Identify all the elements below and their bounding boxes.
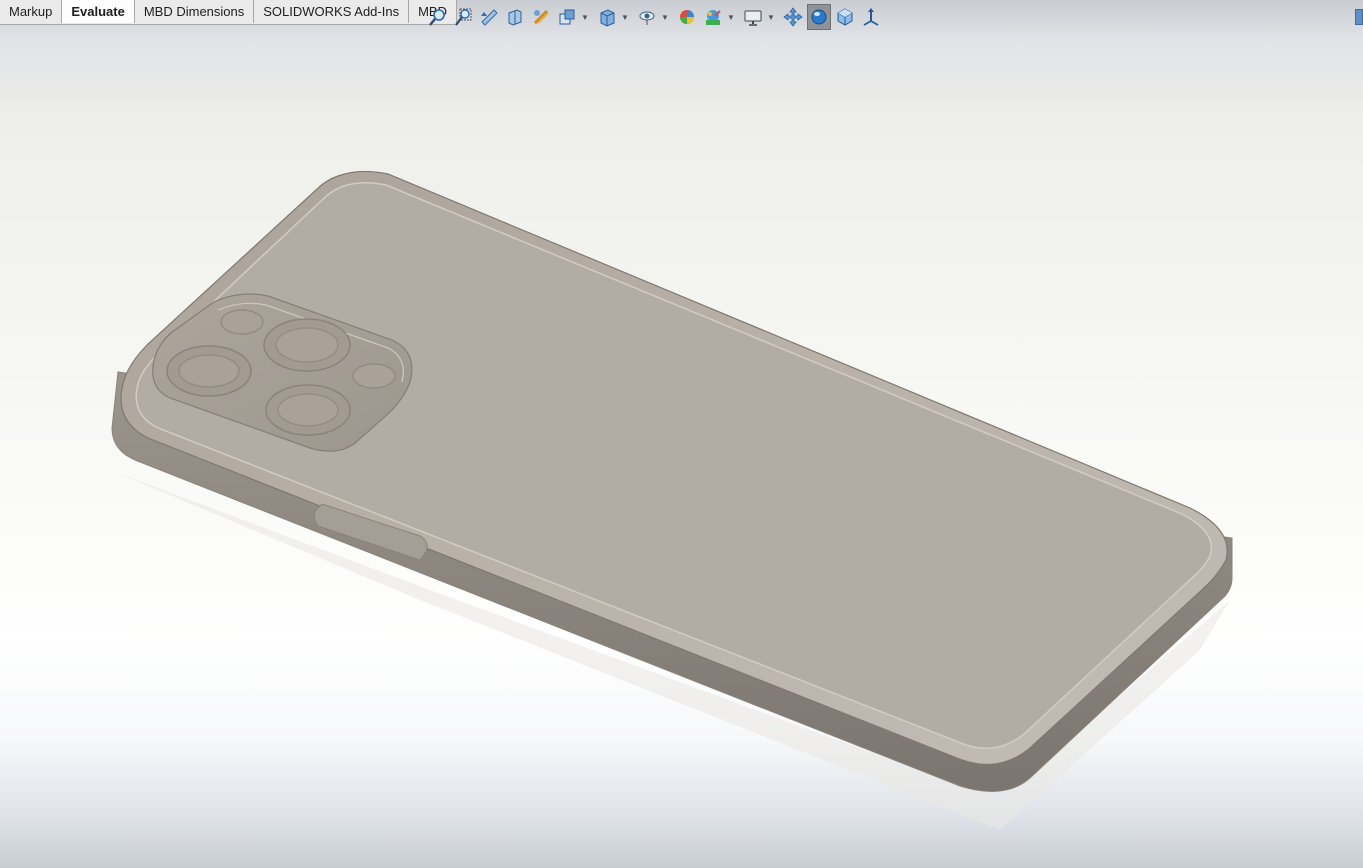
lens-top: [263, 318, 351, 372]
hide-show-items-button[interactable]: [635, 4, 659, 30]
graphics-area[interactable]: [0, 0, 1363, 868]
apply-scene-button[interactable]: [701, 4, 725, 30]
pan-button[interactable]: [781, 4, 805, 30]
panel-toggle-handle[interactable]: [1355, 9, 1363, 25]
dynamic-annotation-views-button[interactable]: [529, 4, 553, 30]
realview-graphics-button[interactable]: [807, 4, 831, 30]
dynamic-annotation-views-icon: [533, 9, 549, 25]
view-settings-icon: [744, 10, 762, 26]
section-view-icon: [508, 9, 522, 26]
realview-graphics-icon: [811, 9, 827, 25]
tab-markup[interactable]: Markup: [0, 0, 63, 23]
lidar-sensor: [352, 363, 396, 389]
chevron-down-icon[interactable]: ▼: [661, 4, 669, 30]
chevron-down-icon[interactable]: ▼: [621, 4, 629, 30]
chevron-down-icon[interactable]: ▼: [581, 4, 589, 30]
display-style-button[interactable]: [595, 4, 619, 30]
tab-label: SOLIDWORKS Add-Ins: [263, 4, 400, 19]
tab-solidworks-add-ins[interactable]: SOLIDWORKS Add-Ins: [254, 0, 410, 23]
lens-left: [166, 345, 252, 397]
view-orientation-button[interactable]: [555, 4, 579, 30]
triad-button[interactable]: [859, 4, 883, 30]
command-manager-tabs: Markup Evaluate MBD Dimensions SOLIDWORK…: [0, 0, 457, 25]
phone-model[interactable]: [0, 0, 1363, 868]
edit-appearance-button[interactable]: [675, 4, 699, 30]
tab-label: Markup: [9, 4, 53, 19]
view-orientation-icon: [559, 9, 575, 25]
apply-scene-icon: [706, 10, 721, 25]
pan-icon: [783, 7, 803, 27]
chevron-down-icon[interactable]: ▼: [727, 4, 735, 30]
flash: [220, 309, 264, 335]
heads-up-view-toolbar: ▼ ▼ ▼ ▼ ▼: [425, 3, 885, 31]
section-view-button[interactable]: [503, 4, 527, 30]
zoom-to-area-icon: [455, 8, 472, 26]
zoom-to-fit-button[interactable]: [425, 4, 449, 30]
triad-icon: [863, 8, 879, 26]
hide-show-items-icon: [639, 11, 655, 25]
isometric-view-button[interactable]: [833, 4, 857, 30]
edit-appearance-icon: [680, 10, 694, 24]
display-style-icon: [600, 9, 615, 27]
isometric-view-icon: [837, 8, 853, 26]
previous-view-icon: [481, 9, 498, 26]
tab-label: MBD Dimensions: [143, 4, 245, 19]
tab-label: Evaluate: [71, 4, 125, 19]
tab-evaluate[interactable]: Evaluate: [62, 0, 135, 23]
zoom-to-area-button[interactable]: [451, 4, 475, 30]
zoom-to-fit-icon: [429, 9, 445, 26]
lens-bottom: [265, 384, 351, 436]
tab-mbd-dimensions[interactable]: MBD Dimensions: [134, 0, 255, 23]
view-settings-button[interactable]: [741, 4, 765, 30]
previous-view-button[interactable]: [477, 4, 501, 30]
chevron-down-icon[interactable]: ▼: [767, 4, 775, 30]
